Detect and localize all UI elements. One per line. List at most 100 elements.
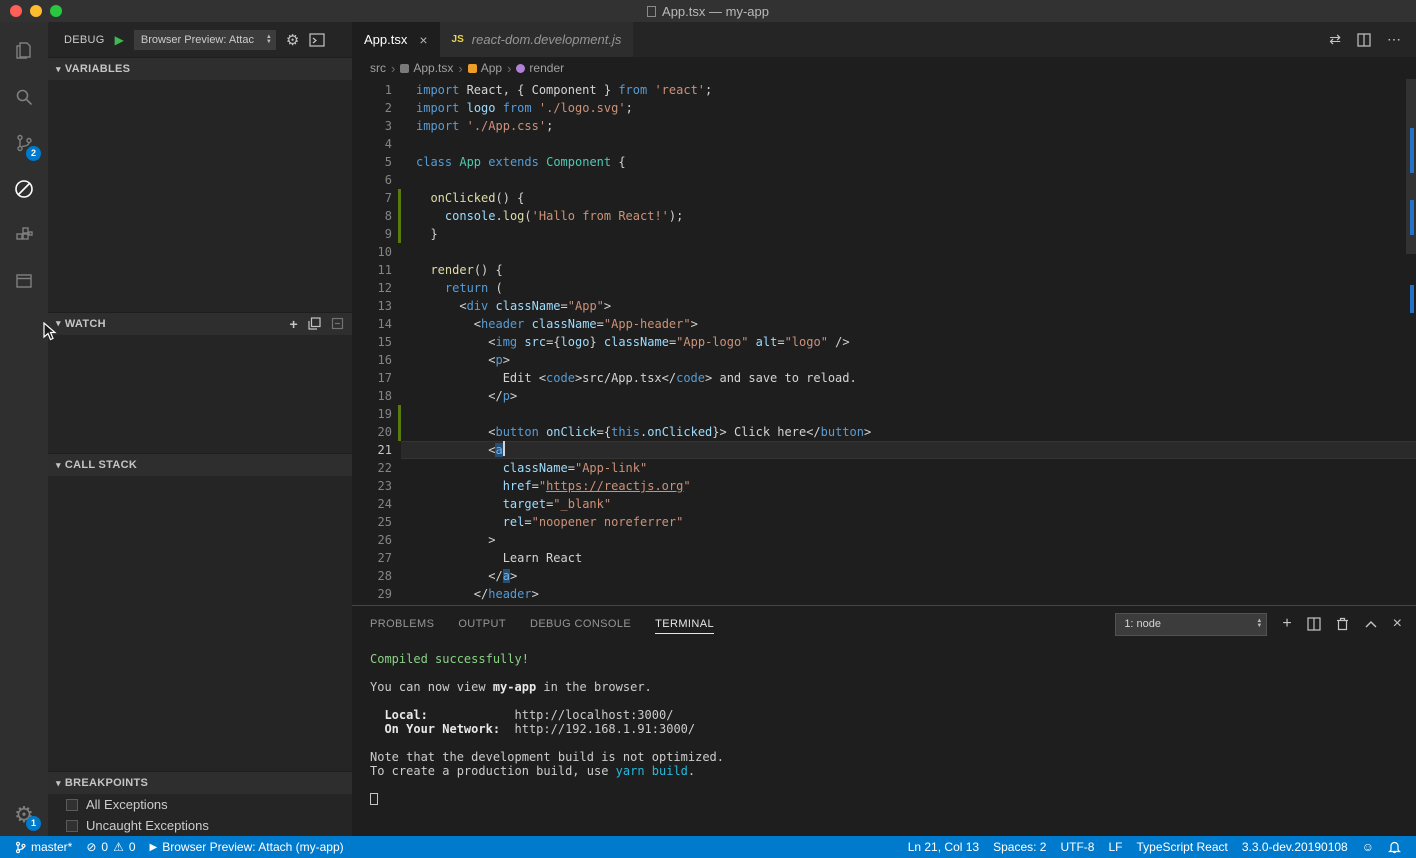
line-number[interactable]: 25 <box>352 513 392 531</box>
zoom-window-button[interactable] <box>50 5 62 17</box>
code-line[interactable]: 21 <a <box>352 441 1416 459</box>
code-line[interactable]: 4 <box>352 135 1416 153</box>
close-window-button[interactable] <box>10 5 22 17</box>
tab-react-dom-development-js[interactable]: JS react-dom.development.js <box>440 22 634 57</box>
line-number[interactable]: 20 <box>352 423 392 441</box>
panel-tab-output[interactable]: OUTPUT <box>458 615 506 634</box>
code-line[interactable]: 19 <box>352 405 1416 423</box>
extensions-icon[interactable] <box>0 212 48 258</box>
line-number[interactable]: 28 <box>352 567 392 585</box>
code-line[interactable]: 27 Learn React <box>352 549 1416 567</box>
start-debug-button[interactable]: ▶ <box>115 33 124 47</box>
variables-section-header[interactable]: ▾ VARIABLES <box>48 58 352 80</box>
line-number[interactable]: 17 <box>352 369 392 387</box>
code-line[interactable]: 11 render() { <box>352 261 1416 279</box>
line-number[interactable]: 19 <box>352 405 392 423</box>
line-number[interactable]: 8 <box>352 207 392 225</box>
code-line[interactable]: 3import './App.css'; <box>352 117 1416 135</box>
panel-tab-problems[interactable]: PROBLEMS <box>370 615 434 634</box>
breadcrumb-src[interactable]: src <box>370 61 386 75</box>
line-number[interactable]: 18 <box>352 387 392 405</box>
minimize-window-button[interactable] <box>30 5 42 17</box>
overview-ruler[interactable] <box>1406 79 1416 605</box>
line-number[interactable]: 27 <box>352 549 392 567</box>
indentation-status[interactable]: Spaces: 2 <box>986 836 1053 858</box>
code-editor[interactable]: 1import React, { Component } from 'react… <box>352 79 1416 605</box>
collapse-all-icon[interactable] <box>308 317 321 330</box>
code-line[interactable]: 25 rel="noopener noreferrer" <box>352 513 1416 531</box>
line-number[interactable]: 24 <box>352 495 392 513</box>
code-line[interactable]: 20 <button onClick={this.onClicked}> Cli… <box>352 423 1416 441</box>
code-line[interactable]: 15 <img src={logo} className="App-logo" … <box>352 333 1416 351</box>
line-number[interactable]: 15 <box>352 333 392 351</box>
line-number[interactable]: 16 <box>352 351 392 369</box>
checkbox-icon[interactable] <box>66 820 78 832</box>
debug-session-status[interactable]: ▶ Browser Preview: Attach (my-app) <box>143 836 351 858</box>
watch-section-header[interactable]: ▾ WATCH + <box>48 313 352 335</box>
breakpoint-all-exceptions[interactable]: All Exceptions <box>48 794 352 815</box>
code-line[interactable]: 10 <box>352 243 1416 261</box>
search-icon[interactable] <box>0 74 48 120</box>
remove-all-watch-icon[interactable] <box>331 317 344 330</box>
code-line[interactable]: 29 </header> <box>352 585 1416 603</box>
new-terminal-icon[interactable]: + <box>1282 615 1291 633</box>
line-number[interactable]: 22 <box>352 459 392 477</box>
code-line[interactable]: 22 className="App-link" <box>352 459 1416 477</box>
split-terminal-icon[interactable] <box>1307 617 1321 631</box>
more-actions-icon[interactable]: ⋯ <box>1387 31 1402 48</box>
code-line[interactable]: 7 onClicked() { <box>352 189 1416 207</box>
code-line[interactable]: 17 Edit <code>src/App.tsx</code> and sav… <box>352 369 1416 387</box>
browser-preview-icon[interactable] <box>0 258 48 304</box>
source-control-icon[interactable]: 2 <box>0 120 48 166</box>
line-number[interactable]: 3 <box>352 117 392 135</box>
code-line[interactable]: 2import logo from './logo.svg'; <box>352 99 1416 117</box>
explorer-icon[interactable] <box>0 28 48 74</box>
eol-status[interactable]: LF <box>1101 836 1129 858</box>
line-number[interactable]: 9 <box>352 225 392 243</box>
breadcrumb-file[interactable]: App.tsx <box>400 61 453 75</box>
problems-status[interactable]: ⊘0 ⚠0 <box>79 836 142 858</box>
line-number[interactable]: 29 <box>352 585 392 603</box>
breadcrumb-class[interactable]: App <box>468 61 502 75</box>
checkbox-icon[interactable] <box>66 799 78 811</box>
code-line[interactable]: 13 <div className="App"> <box>352 297 1416 315</box>
add-watch-expression-icon[interactable]: + <box>290 316 298 332</box>
breadcrumb-method[interactable]: render <box>516 61 564 75</box>
git-branch-status[interactable]: master* <box>8 836 79 858</box>
line-number[interactable]: 21 <box>352 441 392 459</box>
code-line[interactable]: 16 <p> <box>352 351 1416 369</box>
code-line[interactable]: 9 } <box>352 225 1416 243</box>
line-number[interactable]: 6 <box>352 171 392 189</box>
notifications-bell-icon[interactable] <box>1381 836 1408 858</box>
breakpoints-section-header[interactable]: ▾ BREAKPOINTS <box>48 772 352 794</box>
debug-icon[interactable] <box>0 166 48 212</box>
code-line[interactable]: 8 console.log('Hallo from React!'); <box>352 207 1416 225</box>
code-line[interactable]: 23 href="https://reactjs.org" <box>352 477 1416 495</box>
code-line[interactable]: 24 target="_blank" <box>352 495 1416 513</box>
code-line[interactable]: 26 > <box>352 531 1416 549</box>
code-line[interactable]: 28 </a> <box>352 567 1416 585</box>
line-number[interactable]: 23 <box>352 477 392 495</box>
toggle-editor-icon[interactable]: ⇄ <box>1329 31 1341 48</box>
code-line[interactable]: 14 <header className="App-header"> <box>352 315 1416 333</box>
code-line[interactable]: 1import React, { Component } from 'react… <box>352 81 1416 99</box>
configure-gear-icon[interactable]: ⚙ <box>286 31 299 49</box>
close-panel-icon[interactable]: × <box>1393 615 1402 633</box>
line-number[interactable]: 1 <box>352 81 392 99</box>
line-number[interactable]: 26 <box>352 531 392 549</box>
line-number[interactable]: 10 <box>352 243 392 261</box>
terminal-output[interactable]: Compiled successfully! You can now view … <box>352 642 1416 836</box>
tab-app-tsx[interactable]: App.tsx × <box>352 22 440 57</box>
typescript-version-status[interactable]: 3.3.0-dev.20190108 <box>1235 836 1355 858</box>
line-number[interactable]: 12 <box>352 279 392 297</box>
breakpoint-uncaught-exceptions[interactable]: Uncaught Exceptions <box>48 815 352 836</box>
panel-tab-terminal[interactable]: TERMINAL <box>655 615 714 634</box>
line-number[interactable]: 2 <box>352 99 392 117</box>
debug-config-select[interactable]: Browser Preview: Attac ▲▼ <box>134 30 276 50</box>
settings-gear-icon[interactable]: ⚙ 1 <box>0 794 48 836</box>
code-line[interactable]: 12 return ( <box>352 279 1416 297</box>
feedback-smiley-icon[interactable]: ☺ <box>1355 836 1381 858</box>
maximize-panel-chevron-icon[interactable] <box>1364 620 1378 629</box>
debug-console-icon[interactable] <box>309 33 325 47</box>
code-line[interactable]: 6 <box>352 171 1416 189</box>
